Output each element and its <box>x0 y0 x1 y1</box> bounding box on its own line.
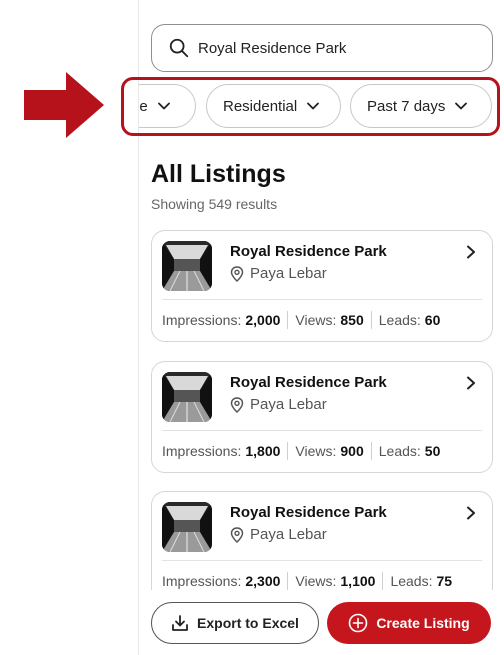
annotation-highlight-box <box>121 77 500 136</box>
listing-location-text: Paya Lebar <box>250 396 327 413</box>
views-value: 1,100 <box>340 573 376 589</box>
views-label: Views: <box>295 312 337 328</box>
views-label: Views: <box>295 443 337 459</box>
impressions-label: Impressions: <box>162 573 242 589</box>
listing-stats: Impressions: 1,800 Views: 900 Leads: 50 <box>162 442 440 460</box>
impressions-value: 2,000 <box>245 312 281 328</box>
export-button-label: Export to Excel <box>197 615 299 631</box>
results-count: Showing 549 results <box>151 196 278 212</box>
leads-label: Leads: <box>378 443 421 459</box>
listing-card[interactable]: Royal Residence Park Paya Lebar Impressi… <box>151 491 493 603</box>
stats-separator <box>370 311 372 329</box>
leads-value: 50 <box>424 443 441 459</box>
listing-location: Paya Lebar <box>230 526 327 543</box>
location-pin-icon <box>230 396 244 413</box>
impressions-label: Impressions: <box>162 312 242 328</box>
plus-circle-icon <box>349 613 368 633</box>
listing-thumbnail <box>162 241 212 291</box>
listing-title: Royal Residence Park <box>230 243 387 260</box>
listing-card[interactable]: Royal Residence Park Paya Lebar Impressi… <box>151 361 493 473</box>
card-divider <box>162 299 482 300</box>
views-value: 900 <box>340 443 364 459</box>
chevron-right-icon[interactable] <box>466 376 476 390</box>
listing-location: Paya Lebar <box>230 265 327 282</box>
listing-thumbnail <box>162 502 212 552</box>
listing-stats: Impressions: 2,300 Views: 1,100 Leads: 7… <box>162 572 452 590</box>
listing-stats: Impressions: 2,000 Views: 850 Leads: 60 <box>162 311 440 329</box>
impressions-value: 2,300 <box>245 573 281 589</box>
location-pin-icon <box>230 265 244 282</box>
stats-separator <box>287 442 289 460</box>
search-icon <box>169 38 189 58</box>
create-button-label: Create Listing <box>376 615 470 631</box>
leads-label: Leads: <box>378 312 421 328</box>
impressions-label: Impressions: <box>162 443 242 459</box>
annotation-arrow-icon <box>24 72 104 138</box>
card-divider <box>162 560 482 561</box>
chevron-right-icon[interactable] <box>466 245 476 259</box>
listing-thumbnail <box>162 372 212 422</box>
listing-card[interactable]: Royal Residence Park Paya Lebar Impressi… <box>151 230 493 342</box>
page-title: All Listings <box>151 160 286 188</box>
listing-title: Royal Residence Park <box>230 374 387 391</box>
download-icon <box>172 615 188 631</box>
chevron-right-icon[interactable] <box>466 506 476 520</box>
stats-separator <box>370 442 372 460</box>
search-value: Royal Residence Park <box>198 39 347 57</box>
leads-value: 60 <box>424 312 441 328</box>
stats-separator <box>382 572 384 590</box>
listing-location: Paya Lebar <box>230 396 327 413</box>
listing-title: Royal Residence Park <box>230 504 387 521</box>
leads-label: Leads: <box>390 573 433 589</box>
listing-location-text: Paya Lebar <box>250 526 327 543</box>
location-pin-icon <box>230 526 244 543</box>
stats-separator <box>287 311 289 329</box>
stats-separator <box>287 572 289 590</box>
impressions-value: 1,800 <box>245 443 281 459</box>
listing-location-text: Paya Lebar <box>250 265 327 282</box>
leads-value: 75 <box>436 573 453 589</box>
search-input[interactable]: Royal Residence Park <box>151 24 493 72</box>
card-divider <box>162 430 482 431</box>
views-value: 850 <box>340 312 364 328</box>
export-to-excel-button[interactable]: Export to Excel <box>151 602 319 644</box>
views-label: Views: <box>295 573 337 589</box>
create-listing-button[interactable]: Create Listing <box>327 602 491 644</box>
